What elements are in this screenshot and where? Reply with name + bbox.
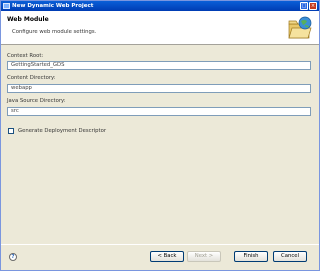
context-root-label: Context Root: xyxy=(7,53,44,59)
app-icon xyxy=(3,3,10,9)
cancel-button[interactable]: Cancel xyxy=(273,251,307,262)
next-button[interactable]: Next > xyxy=(187,251,221,262)
title-bar[interactable]: New Dynamic Web Project □ × xyxy=(1,1,319,11)
page-title: Web Module xyxy=(7,16,49,23)
wizard-banner: Web Module Configure web module settings… xyxy=(1,11,319,45)
web-project-folder-icon xyxy=(288,16,312,39)
generate-descriptor-label: Generate Deployment Descriptor xyxy=(18,128,107,134)
window-title: New Dynamic Web Project xyxy=(12,3,94,9)
dialog-window: New Dynamic Web Project □ × Web Module C… xyxy=(0,0,320,271)
java-source-directory-label: Java Source Directory: xyxy=(7,98,66,104)
java-source-directory-input[interactable]: src xyxy=(7,107,311,116)
context-root-input[interactable]: GettingStarted_GDS xyxy=(7,61,311,70)
back-button[interactable]: < Back xyxy=(150,251,184,262)
content-directory-label: Content Directory: xyxy=(7,75,56,81)
checkbox-box[interactable] xyxy=(8,128,14,134)
maximize-button[interactable]: □ xyxy=(300,2,308,10)
button-separator xyxy=(1,244,319,245)
help-icon[interactable]: ? xyxy=(9,253,17,261)
finish-button[interactable]: Finish xyxy=(234,251,268,262)
page-description: Configure web module settings. xyxy=(12,29,97,35)
generate-descriptor-checkbox[interactable]: Generate Deployment Descriptor xyxy=(8,128,106,134)
content-directory-input[interactable]: webapp xyxy=(7,84,311,93)
close-button[interactable]: × xyxy=(309,2,317,10)
